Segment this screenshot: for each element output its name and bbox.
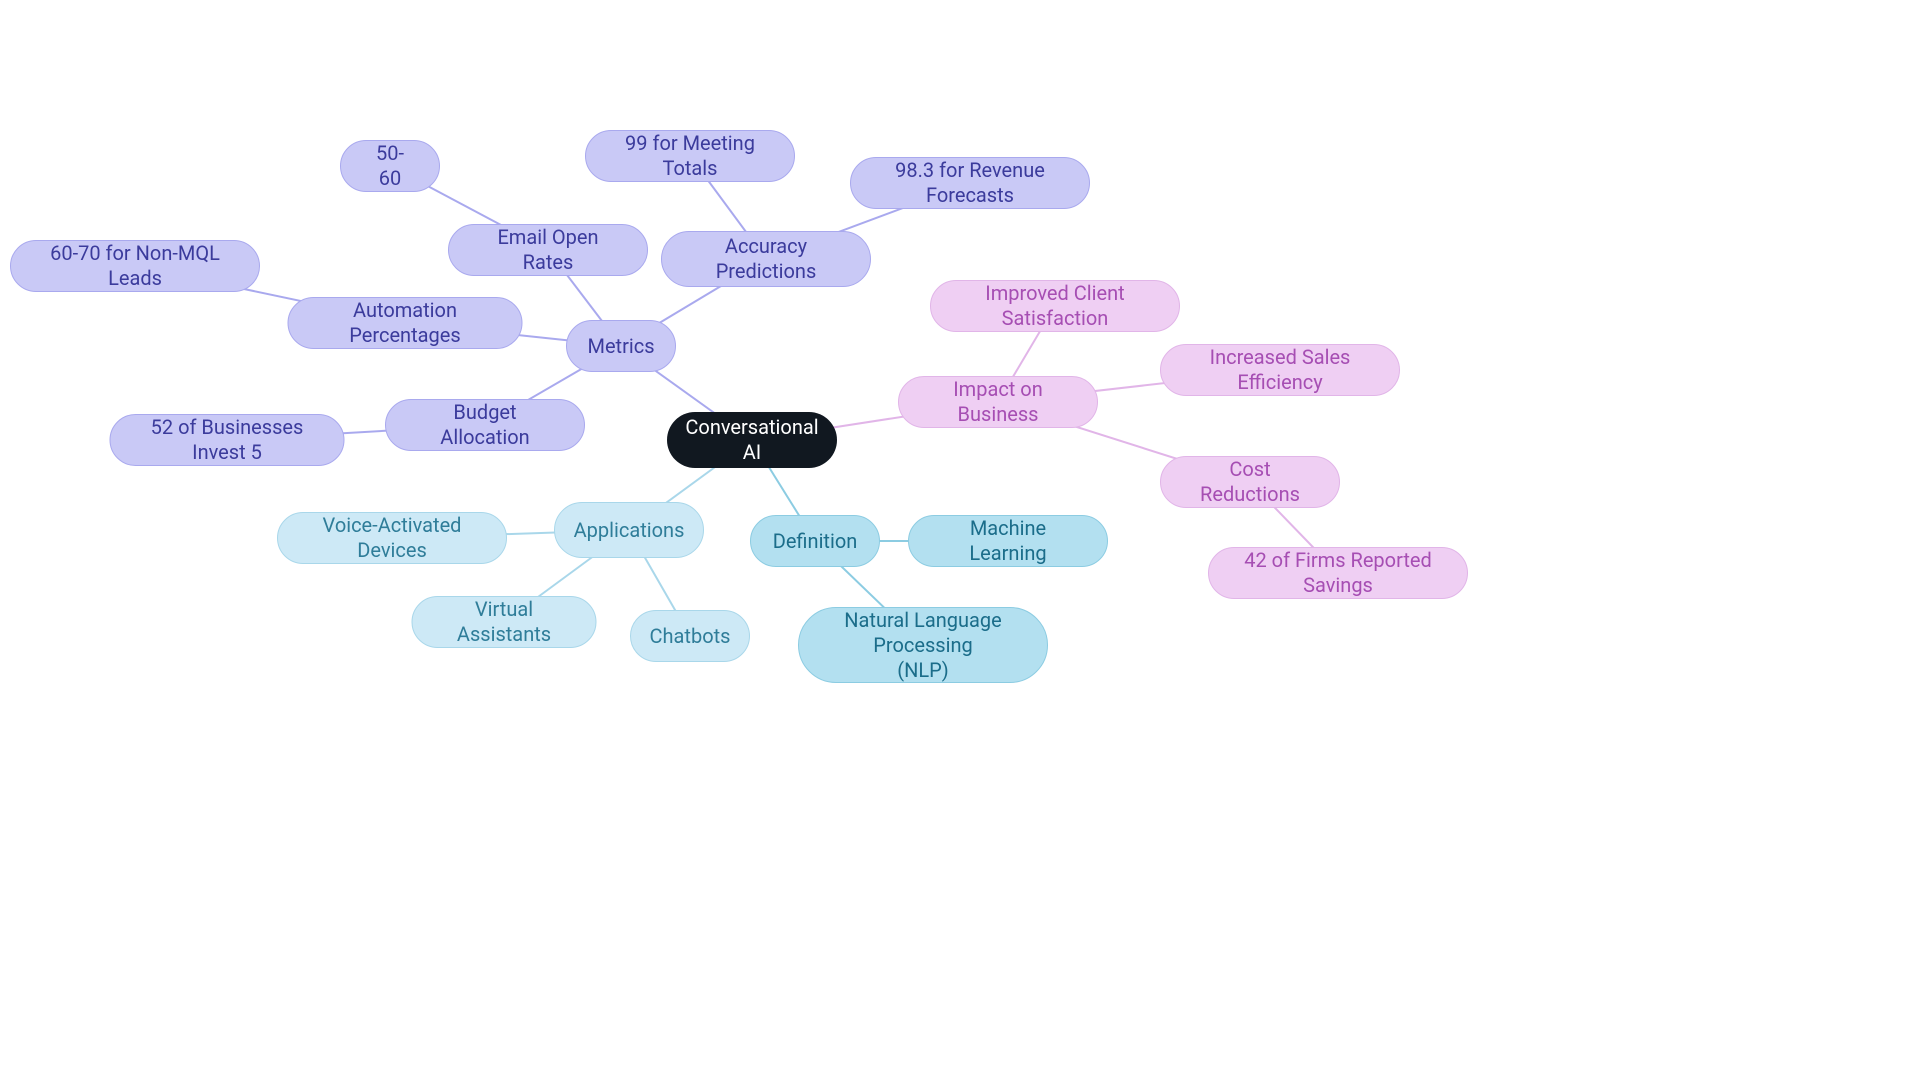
- voice-activated-node[interactable]: Voice-Activated Devices: [277, 512, 507, 564]
- sales-efficiency-node[interactable]: Increased Sales Efficiency: [1160, 344, 1400, 396]
- cost-reductions-node[interactable]: Cost Reductions: [1160, 456, 1340, 508]
- impact-node[interactable]: Impact on Business: [898, 376, 1098, 428]
- machine-learning-node[interactable]: Machine Learning: [908, 515, 1108, 567]
- metrics-node[interactable]: Metrics: [566, 320, 676, 372]
- accuracy-meeting-node[interactable]: 99 for Meeting Totals: [585, 130, 795, 182]
- nlp-node[interactable]: Natural Language Processing (NLP): [798, 607, 1048, 683]
- accuracy-node[interactable]: Accuracy Predictions: [661, 231, 871, 287]
- budget-stat-node[interactable]: 52 of Businesses Invest 5: [110, 414, 345, 466]
- chatbots-node[interactable]: Chatbots: [630, 610, 750, 662]
- accuracy-revenue-node[interactable]: 98.3 for Revenue Forecasts: [850, 157, 1090, 209]
- automation-stat-node[interactable]: 60-70 for Non-MQL Leads: [10, 240, 260, 292]
- virtual-assistants-node[interactable]: Virtual Assistants: [412, 596, 597, 648]
- applications-node[interactable]: Applications: [554, 502, 704, 558]
- automation-node[interactable]: Automation Percentages: [288, 297, 523, 349]
- definition-node[interactable]: Definition: [750, 515, 880, 567]
- email-stat-node[interactable]: 50-60: [340, 140, 440, 192]
- mindmap-canvas: Conversational AI Definition Machine Lea…: [0, 0, 1920, 1083]
- root-node[interactable]: Conversational AI: [667, 412, 837, 468]
- client-satisfaction-node[interactable]: Improved Client Satisfaction: [930, 280, 1180, 332]
- cost-stat-node[interactable]: 42 of Firms Reported Savings: [1208, 547, 1468, 599]
- budget-allocation-node[interactable]: Budget Allocation: [385, 399, 585, 451]
- email-open-rates-node[interactable]: Email Open Rates: [448, 224, 648, 276]
